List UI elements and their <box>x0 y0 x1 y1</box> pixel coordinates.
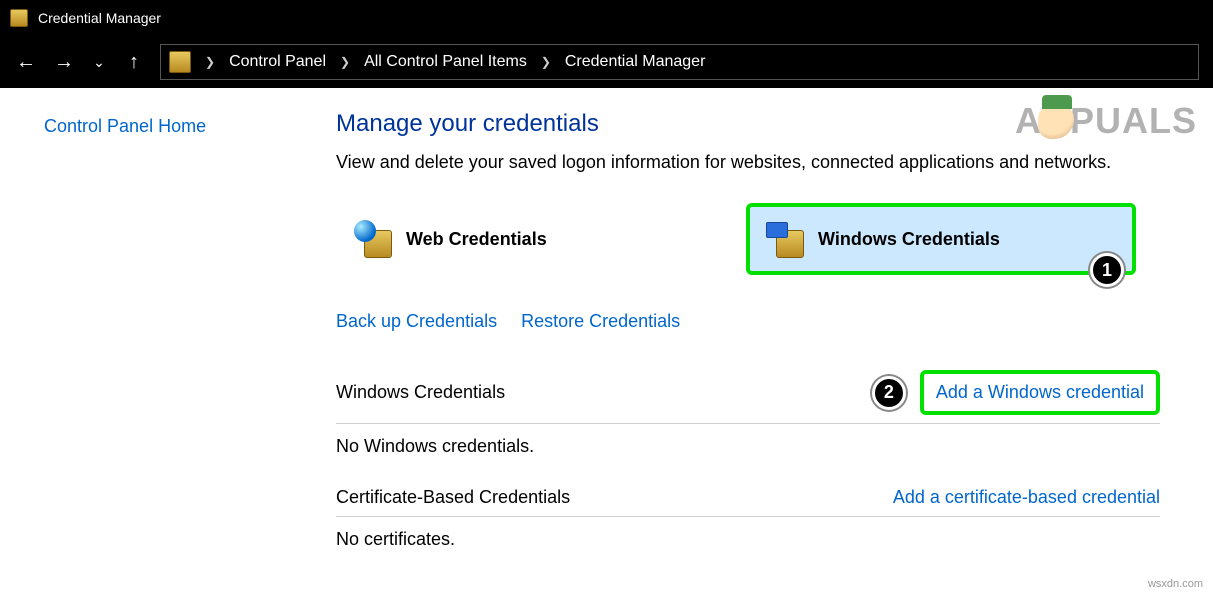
restore-credentials-link[interactable]: Restore Credentials <box>521 311 680 332</box>
breadcrumb-credential-manager[interactable]: Credential Manager <box>561 51 710 73</box>
footer-watermark: wsxdn.com <box>1148 578 1203 590</box>
web-credentials-icon <box>354 220 392 258</box>
forward-button[interactable]: → <box>52 51 76 74</box>
history-dropdown-button[interactable]: ⌄ <box>90 54 108 71</box>
content-area: Control Panel Home Manage your credentia… <box>0 88 1213 592</box>
certificate-credentials-section-title: Certificate-Based Credentials <box>336 487 570 508</box>
credential-actions: Back up Credentials Restore Credentials <box>336 311 1170 332</box>
address-bar[interactable]: ❯ Control Panel ❯ All Control Panel Item… <box>160 44 1199 80</box>
title-bar: Credential Manager <box>0 0 1213 36</box>
chevron-right-icon[interactable]: ❯ <box>535 55 557 69</box>
windows-credentials-card[interactable]: Windows Credentials 1 <box>746 203 1136 275</box>
sidebar: Control Panel Home <box>0 88 300 592</box>
watermark-text-suffix: PUALS <box>1070 100 1197 142</box>
chevron-right-icon[interactable]: ❯ <box>334 55 356 69</box>
window-title: Credential Manager <box>38 10 161 26</box>
windows-credentials-section-title: Windows Credentials <box>336 382 505 403</box>
add-windows-credential-highlight: Add a Windows credential <box>920 370 1160 415</box>
annotation-step-1: 1 <box>1090 253 1124 287</box>
add-windows-credential-link[interactable]: Add a Windows credential <box>936 382 1144 402</box>
main-pane: Manage your credentials View and delete … <box>300 88 1170 592</box>
certificate-credentials-section-header: Certificate-Based Credentials Add a cert… <box>336 479 1160 517</box>
chevron-right-icon[interactable]: ❯ <box>199 55 221 69</box>
windows-credentials-empty-message: No Windows credentials. <box>336 424 1170 479</box>
certificate-credentials-empty-message: No certificates. <box>336 517 1170 572</box>
navigation-bar: ← → ⌄ ↑ ❯ Control Panel ❯ All Control Pa… <box>0 36 1213 88</box>
add-certificate-credential-link[interactable]: Add a certificate-based credential <box>893 487 1160 508</box>
breadcrumb-control-panel[interactable]: Control Panel <box>225 51 330 73</box>
appuals-watermark: A PUALS <box>1015 100 1197 142</box>
web-credentials-label: Web Credentials <box>406 229 547 250</box>
windows-credentials-section-header: Windows Credentials 2 Add a Windows cred… <box>336 362 1160 424</box>
breadcrumb-all-items[interactable]: All Control Panel Items <box>360 51 531 73</box>
location-icon <box>169 51 191 73</box>
page-description: View and delete your saved logon informa… <box>336 152 1170 173</box>
control-panel-home-link[interactable]: Control Panel Home <box>44 116 300 137</box>
up-button[interactable]: ↑ <box>122 51 146 74</box>
windows-credentials-label: Windows Credentials <box>818 229 1000 250</box>
watermark-face-icon <box>1038 103 1074 139</box>
backup-credentials-link[interactable]: Back up Credentials <box>336 311 497 332</box>
credential-manager-icon <box>10 9 28 27</box>
credential-type-cards: Web Credentials Windows Credentials 1 <box>336 203 1170 275</box>
web-credentials-card[interactable]: Web Credentials <box>336 203 726 275</box>
windows-credentials-icon <box>766 220 804 258</box>
annotation-step-2: 2 <box>872 376 906 410</box>
back-button[interactable]: ← <box>14 51 38 74</box>
